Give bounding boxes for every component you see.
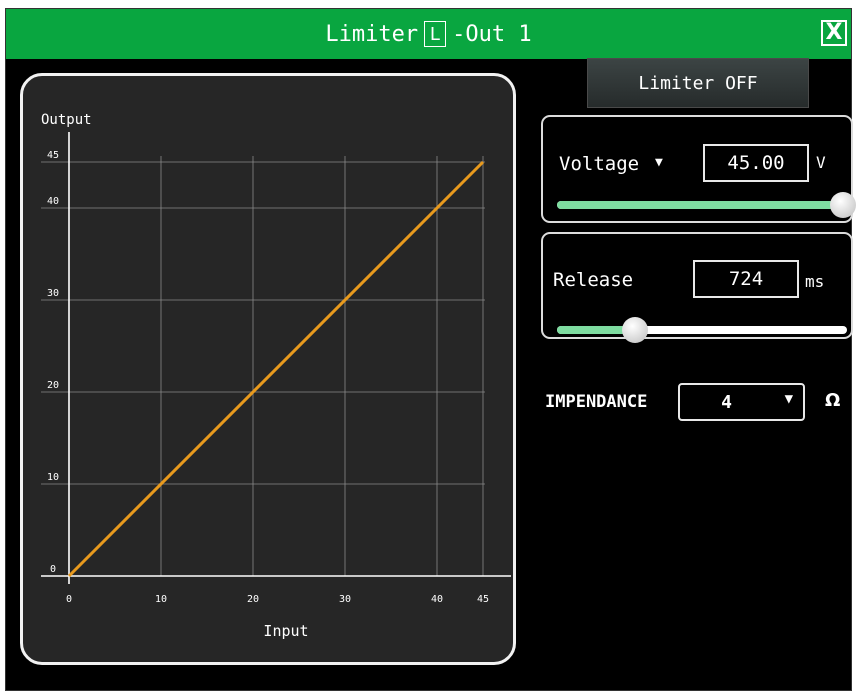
voltage-slider[interactable] [557, 192, 856, 218]
voltage-slider-thumb[interactable] [830, 192, 856, 218]
title-channel-box: L [424, 21, 447, 47]
x-tick-label: 30 [339, 594, 351, 605]
y-axis-label: Output [41, 112, 92, 128]
chevron-down-icon: ▼ [784, 391, 793, 407]
y-tick-label: 30 [47, 288, 59, 299]
y-tick-label: 10 [47, 472, 59, 483]
x-tick-label: 20 [247, 594, 259, 605]
x-tick-label: 40 [431, 594, 443, 605]
y-tick-label: 0 [50, 564, 56, 575]
close-button[interactable]: X [821, 20, 847, 46]
x-tick-label: 45 [477, 594, 489, 605]
title-suffix: -Out 1 [452, 21, 532, 47]
impedance-unit: Ω [825, 390, 841, 411]
x-axis-label: Input [263, 622, 308, 640]
title-prefix: Limiter [325, 21, 419, 47]
release-panel: Release 724 ms [541, 232, 853, 343]
release-input[interactable]: 724 [693, 260, 799, 298]
y-tick-label: 20 [47, 380, 59, 391]
impedance-select[interactable]: 4 ▼ [678, 383, 805, 421]
limiter-toggle-label: Limiter OFF [638, 72, 758, 94]
transfer-curve-chart: 0 10 20 30 40 45 0 10 20 30 40 45 Output Input [20, 73, 516, 665]
voltage-unit: V [816, 153, 826, 172]
voltage-dropdown-icon[interactable]: ▼ [655, 155, 663, 170]
window-title: Limiter L -Out 1 [325, 21, 532, 47]
x-tick-label: 10 [155, 594, 167, 605]
series-line [67, 160, 485, 578]
voltage-label[interactable]: Voltage [559, 153, 639, 175]
limiter-toggle-button[interactable]: Limiter OFF [587, 58, 809, 108]
chart-svg: 0 10 20 30 40 45 0 10 20 30 40 45 Output Input [41, 112, 511, 640]
y-tick-label: 40 [47, 196, 59, 207]
x-tick-label: 0 [66, 594, 72, 605]
voltage-slider-fill [557, 201, 843, 209]
voltage-panel: Voltage ▼ 45.00 V [541, 115, 856, 223]
close-icon: X [825, 20, 843, 45]
release-unit: ms [805, 272, 825, 291]
release-slider[interactable] [557, 317, 847, 343]
impedance-value: 4 [721, 392, 732, 413]
voltage-input[interactable]: 45.00 [703, 144, 809, 182]
release-label: Release [553, 269, 634, 291]
impedance-label: IMPENDANCE [545, 392, 648, 412]
title-bar: Limiter L -Out 1 X [6, 9, 851, 59]
y-tick-label: 45 [47, 150, 59, 161]
